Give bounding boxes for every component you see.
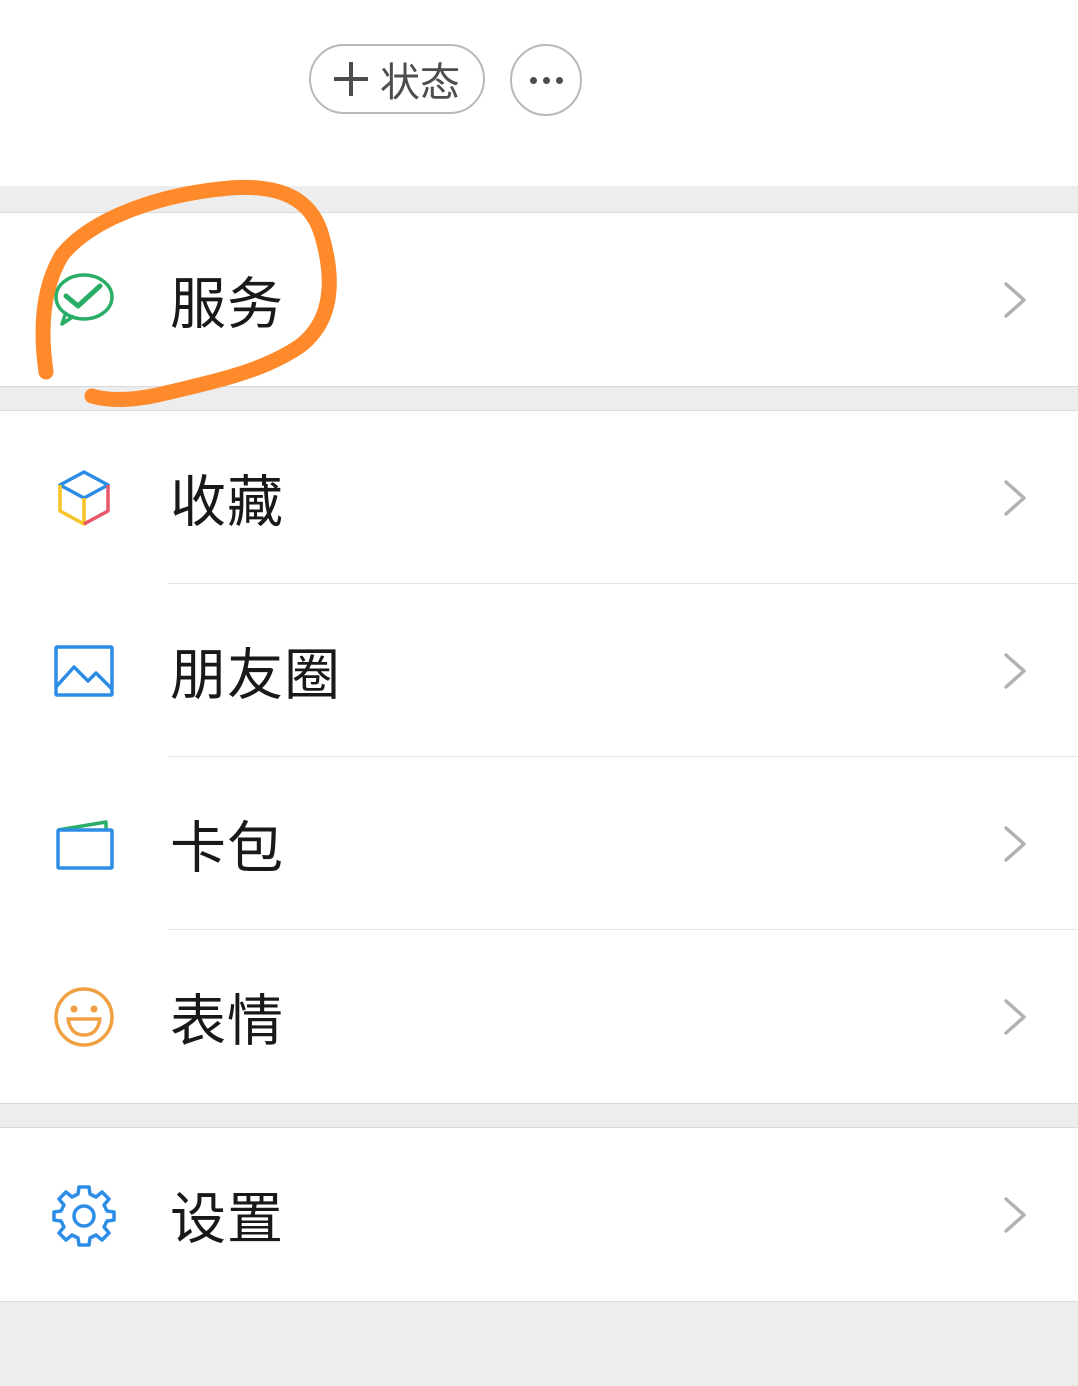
menu-item-label: 卡包: [170, 816, 284, 881]
smiley-icon: [54, 986, 114, 1047]
more-icon-dot: [555, 76, 563, 84]
picture-icon: [54, 644, 114, 697]
menu-item-label: 服务: [170, 272, 284, 337]
menu-item-label: 朋友圈: [170, 643, 341, 708]
chevron-right-icon: [1004, 479, 1026, 516]
gear-icon: [52, 1184, 116, 1247]
service-group: 服务: [0, 212, 1078, 387]
menu-item-favorites[interactable]: 收藏: [0, 411, 1078, 584]
menu-item-label: 收藏: [170, 470, 284, 535]
chevron-right-icon: [1004, 652, 1026, 689]
profile-header: 状态: [0, 0, 1078, 186]
add-status-button[interactable]: 状态: [309, 44, 485, 114]
more-icon-dot: [529, 76, 537, 84]
chevron-right-icon: [1004, 281, 1026, 318]
menu-item-cards[interactable]: 卡包: [0, 757, 1078, 930]
chevron-right-icon: [1004, 998, 1026, 1035]
wechat-pay-icon: [54, 272, 114, 326]
menu-item-label: 表情: [170, 989, 284, 1054]
settings-group: 设置: [0, 1127, 1078, 1302]
add-status-label: 状态: [380, 60, 460, 106]
menu-item-settings[interactable]: 设置: [0, 1128, 1078, 1301]
card-wallet-icon: [56, 819, 114, 870]
chevron-right-icon: [1004, 1196, 1026, 1233]
menu-item-moments[interactable]: 朋友圈: [0, 584, 1078, 757]
cube-icon: [58, 469, 110, 526]
plus-icon: [334, 62, 368, 96]
menu-item-service[interactable]: 服务: [0, 213, 1078, 386]
menu-item-label: 设置: [170, 1187, 284, 1252]
features-group: 收藏 朋友圈 卡包 表情: [0, 410, 1078, 1104]
chevron-right-icon: [1004, 825, 1026, 862]
more-options-button[interactable]: [510, 44, 582, 116]
more-icon-dot: [542, 76, 550, 84]
menu-item-stickers[interactable]: 表情: [0, 930, 1078, 1103]
